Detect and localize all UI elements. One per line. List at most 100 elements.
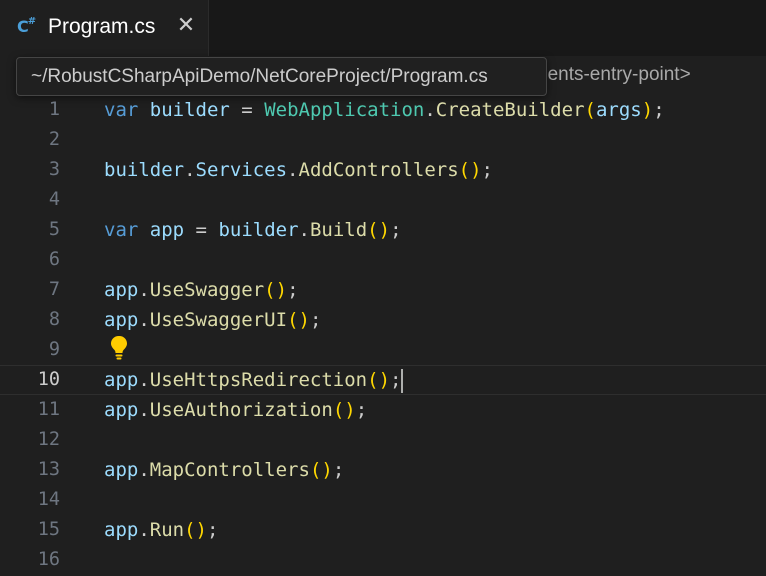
- code-text: app.UseSwagger();: [104, 275, 299, 305]
- code-text: app.Run();: [104, 515, 218, 545]
- code-token: (: [584, 99, 596, 121]
- code-line[interactable]: 13 app.MapControllers();: [0, 455, 766, 485]
- code-text: app.UseSwaggerUI();: [104, 305, 321, 335]
- line-number: 13: [37, 459, 60, 480]
- line-number: 11: [37, 399, 60, 420]
- code-token: Build: [309, 219, 368, 241]
- code-token: args: [595, 99, 642, 121]
- code-line[interactable]: 12: [0, 425, 766, 455]
- line-number: 1: [48, 99, 60, 120]
- code-line[interactable]: 7 app.UseSwagger();: [0, 275, 766, 305]
- code-token: .: [424, 99, 436, 121]
- code-token: ;: [481, 159, 493, 181]
- code-token: app: [104, 369, 139, 391]
- code-token: app: [104, 519, 139, 541]
- close-icon[interactable]: ✕: [175, 13, 197, 39]
- code-token: (): [264, 279, 288, 301]
- code-text: var builder = WebApplication.CreateBuild…: [104, 95, 665, 125]
- code-line[interactable]: 6: [0, 245, 766, 275]
- code-token: (): [367, 369, 391, 391]
- line-number: 5: [48, 219, 60, 240]
- tab-label: Program.cs: [48, 15, 156, 38]
- code-text: app.MapControllers();: [104, 455, 344, 485]
- lightbulb-icon[interactable]: [108, 334, 130, 360]
- code-token: UseAuthorization: [149, 399, 333, 421]
- line-number: 16: [37, 549, 60, 570]
- code-token: .: [138, 519, 150, 541]
- code-token: .: [138, 459, 150, 481]
- tooltip-path-text: ~/RobustCSharpApiDemo/NetCoreProject/Pro…: [31, 66, 488, 87]
- code-line[interactable]: 10 app.UseHttpsRedirection();: [0, 365, 766, 395]
- line-number: 6: [48, 249, 60, 270]
- line-number: 10: [37, 369, 60, 390]
- code-token: (): [332, 399, 356, 421]
- code-token: (): [184, 519, 207, 541]
- code-text: builder.Services.AddControllers();: [104, 155, 493, 185]
- code-token: .: [184, 159, 196, 181]
- code-token: Run: [149, 519, 185, 541]
- code-token: app: [104, 459, 139, 481]
- code-token: =: [184, 219, 219, 241]
- code-token: ;: [287, 279, 299, 301]
- code-text: app.UseHttpsRedirection();: [104, 366, 404, 394]
- code-token: UseSwaggerUI: [149, 309, 288, 331]
- code-line[interactable]: 2: [0, 125, 766, 155]
- code-token: (): [309, 459, 333, 481]
- code-token: ;: [390, 219, 402, 241]
- code-line[interactable]: 4: [0, 185, 766, 215]
- line-number: 14: [37, 489, 60, 510]
- line-number: 3: [48, 159, 60, 180]
- code-token: ;: [355, 399, 368, 421]
- code-token: AddControllers: [298, 159, 459, 181]
- code-line[interactable]: 3 builder.Services.AddControllers();: [0, 155, 766, 185]
- code-token: var: [104, 219, 139, 241]
- line-number: 8: [48, 309, 60, 330]
- code-token: ;: [207, 519, 219, 541]
- code-token: ): [641, 99, 654, 121]
- code-token: WebApplication: [264, 99, 425, 121]
- code-token: .: [138, 309, 150, 331]
- tab-bar: C# Program.cs ✕: [0, 0, 766, 56]
- code-token: var: [104, 99, 139, 121]
- code-token: .: [138, 399, 150, 421]
- code-line[interactable]: 14: [0, 485, 766, 515]
- text-cursor: [401, 368, 404, 393]
- code-line[interactable]: 1 var builder = WebApplication.CreateBuil…: [0, 95, 766, 125]
- code-token: .: [298, 219, 310, 241]
- code-token: .: [138, 369, 150, 391]
- csharp-file-icon: C#: [17, 15, 36, 36]
- code-line[interactable]: 16: [0, 545, 766, 575]
- code-token: UseSwagger: [149, 279, 265, 301]
- code-token: app: [149, 219, 185, 241]
- line-number: 12: [37, 429, 60, 450]
- code-token: (): [367, 219, 391, 241]
- code-token: ;: [390, 369, 402, 391]
- file-path-tooltip: ~/RobustCSharpApiDemo/NetCoreProject/Pro…: [16, 57, 547, 96]
- code-text: app.UseAuthorization();: [104, 395, 367, 425]
- code-token: =: [229, 99, 265, 121]
- line-number: 9: [48, 339, 60, 360]
- line-number: 15: [37, 519, 60, 540]
- code-text: var app = builder.Build();: [104, 215, 402, 245]
- code-token: app: [104, 279, 139, 301]
- tab-program-cs[interactable]: C# Program.cs ✕: [0, 0, 209, 56]
- line-number: 2: [48, 129, 60, 150]
- code-token: builder: [218, 219, 299, 241]
- breadcrumb-item[interactable]: nents-entry-point>: [537, 64, 691, 86]
- code-line[interactable]: 8 app.UseSwaggerUI();: [0, 305, 766, 335]
- code-line[interactable]: 15 app.Run();: [0, 515, 766, 545]
- code-token: UseHttpsRedirection: [149, 369, 368, 391]
- code-token: app: [104, 399, 139, 421]
- code-token: (): [458, 159, 482, 181]
- code-token: .: [287, 159, 299, 181]
- code-token: ;: [332, 459, 345, 481]
- code-token: builder: [149, 99, 230, 121]
- code-token: .: [138, 279, 150, 301]
- code-line[interactable]: 11 app.UseAuthorization();: [0, 395, 766, 425]
- code-line[interactable]: 5 var app = builder.Build();: [0, 215, 766, 245]
- code-token: ;: [309, 309, 322, 331]
- code-token: (): [287, 309, 310, 331]
- code-token: app: [104, 309, 139, 331]
